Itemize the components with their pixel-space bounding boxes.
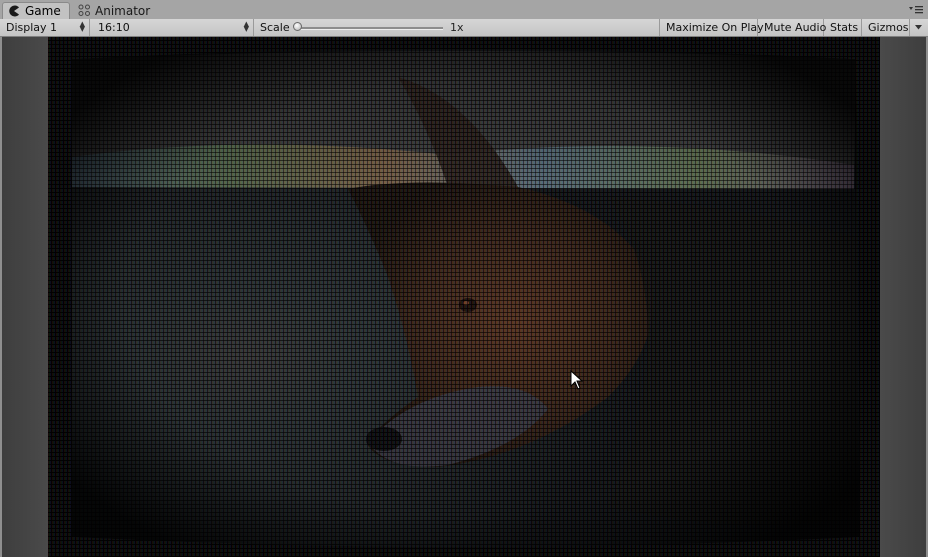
unity-game-window: Game Animator Display 1 ▲ ▼ 16:10 ▲ ▼ Sc…: [0, 0, 928, 557]
viewport-letterbox-left: [0, 37, 48, 557]
chevron-down-icon: [915, 25, 922, 30]
mouse-pointer-icon: [570, 370, 584, 390]
tab-animator[interactable]: Animator: [74, 2, 156, 19]
display-dropdown-value: Display 1: [6, 21, 58, 34]
gizmos-button[interactable]: Gizmos: [862, 19, 910, 36]
game-viewport: [0, 37, 928, 557]
stats-button[interactable]: Stats: [824, 19, 862, 36]
tab-animator-label: Animator: [95, 3, 151, 18]
game-toolbar: Display 1 ▲ ▼ 16:10 ▲ ▼ Scale 1x Maximize …: [0, 19, 928, 37]
tab-game[interactable]: Game: [2, 2, 70, 19]
tab-game-label: Game: [25, 4, 61, 18]
gizmos-dropdown-arrow[interactable]: [910, 19, 928, 36]
maximize-on-play-label: Maximize On Play: [666, 21, 764, 34]
scale-slider-track[interactable]: [297, 27, 443, 30]
game-render-output[interactable]: [48, 37, 880, 557]
tab-strip: Game Animator: [0, 0, 928, 20]
aspect-ratio-value: 16:10: [98, 21, 130, 34]
fox-crt-render: [48, 37, 880, 557]
updown-arrows-icon: ▲ ▼: [79, 20, 85, 33]
animator-icon: [78, 4, 91, 18]
mute-audio-button[interactable]: Mute Audio: [758, 19, 827, 36]
display-dropdown[interactable]: Display 1 ▲ ▼: [0, 19, 90, 36]
window-menu-icon[interactable]: [908, 4, 924, 16]
scale-control: Scale 1x: [254, 19, 660, 36]
gizmos-label: Gizmos: [868, 21, 909, 34]
mute-audio-label: Mute Audio: [764, 21, 827, 34]
pacman-game-icon: [7, 4, 21, 18]
updown-arrows-icon: ▲ ▼: [243, 20, 249, 33]
aspect-ratio-dropdown[interactable]: 16:10 ▲ ▼: [92, 19, 254, 36]
scale-value: 1x: [450, 21, 464, 34]
scale-slider-thumb[interactable]: [293, 22, 302, 31]
maximize-on-play-button[interactable]: Maximize On Play: [660, 19, 764, 36]
scale-label: Scale: [260, 21, 290, 34]
stats-label: Stats: [830, 21, 859, 34]
viewport-letterbox-right: [880, 37, 928, 557]
